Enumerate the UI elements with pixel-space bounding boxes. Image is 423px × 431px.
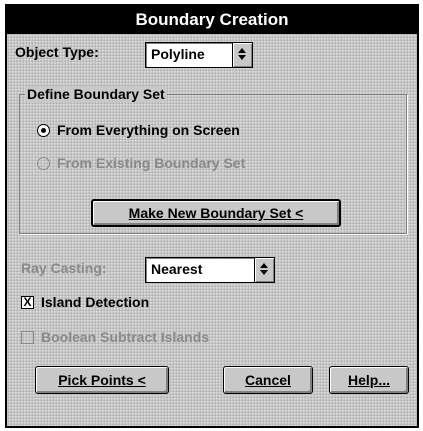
object-type-value: Polyline (151, 46, 205, 62)
boundary-creation-dialog: Boundary Creation Object Type: Polyline … (5, 4, 419, 428)
boolean-subtract-label[interactable]: Boolean Subtract Islands (41, 329, 209, 345)
ray-casting-label: Ray Casting: (21, 260, 107, 276)
object-type-select[interactable]: Polyline (145, 42, 253, 68)
define-boundary-set-title: Define Boundary Set (25, 86, 167, 102)
make-new-boundary-set-label: Make New Boundary Set < (128, 205, 304, 221)
object-type-label: Object Type: (15, 44, 99, 60)
island-detection-checkbox[interactable]: X (21, 296, 34, 309)
help-button[interactable]: Help... (329, 366, 409, 394)
from-everything-label[interactable]: From Everything on Screen (57, 122, 240, 138)
from-existing-label[interactable]: From Existing Boundary Set (57, 155, 245, 171)
make-new-boundary-set-button[interactable]: Make New Boundary Set < (91, 199, 341, 227)
radio-from-everything[interactable] (37, 124, 50, 137)
pick-points-label: Pick Points < (58, 372, 146, 388)
island-detection-label[interactable]: Island Detection (41, 294, 149, 310)
boolean-subtract-checkbox[interactable] (21, 331, 34, 344)
cancel-button[interactable]: Cancel (223, 366, 313, 394)
dialog-title: Boundary Creation (7, 6, 417, 34)
help-label: Help... (347, 372, 390, 388)
ray-casting-value: Nearest (151, 261, 203, 277)
radio-from-existing[interactable] (37, 157, 50, 170)
ray-casting-select[interactable]: Nearest (145, 257, 275, 283)
cancel-label: Cancel (245, 372, 291, 388)
pick-points-button[interactable]: Pick Points < (35, 366, 169, 394)
spinner-arrows-icon[interactable] (232, 43, 252, 67)
spinner-arrows-icon[interactable] (254, 258, 274, 282)
